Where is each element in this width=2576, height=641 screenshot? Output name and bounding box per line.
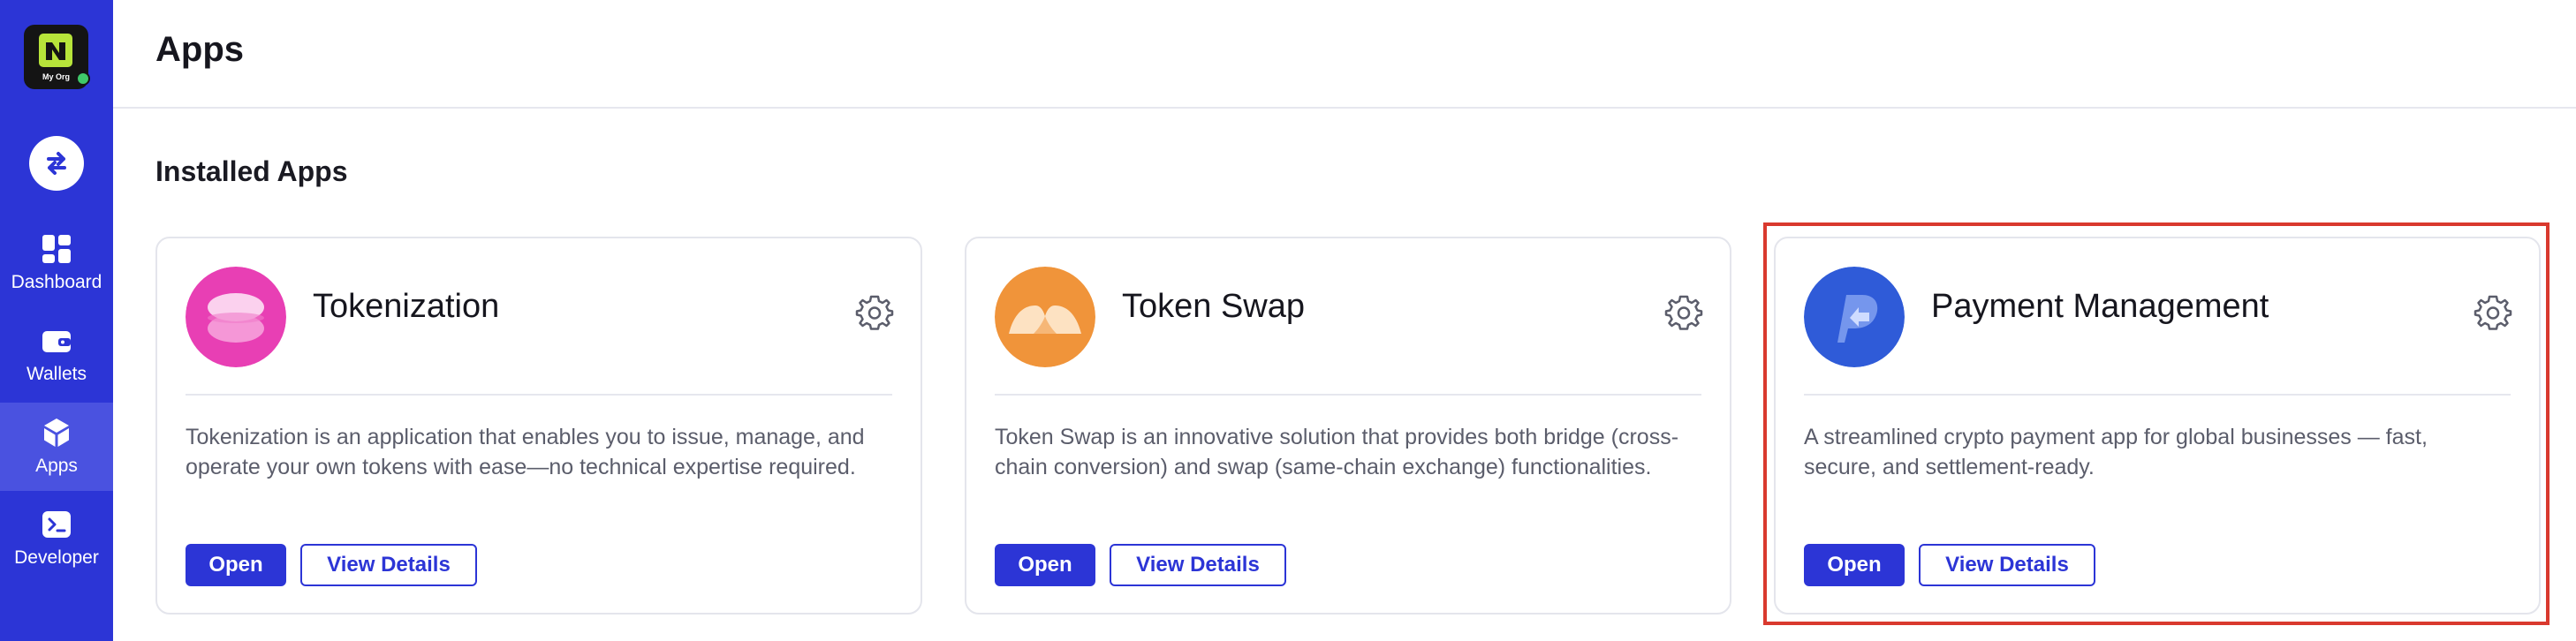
card-divider — [995, 394, 1701, 396]
section-title: Installed Apps — [155, 155, 348, 187]
sidebar: My Org Dashboard Wallets Apps Developer — [0, 0, 113, 641]
org-status-dot — [76, 72, 90, 86]
sidebar-item-label: Apps — [35, 456, 78, 476]
app-description: Tokenization is an application that enab… — [186, 425, 865, 479]
cube-icon — [40, 416, 73, 449]
open-button[interactable]: Open — [186, 544, 286, 586]
switch-org-button[interactable] — [29, 136, 84, 191]
page-header: Apps — [113, 0, 2576, 109]
payment-management-icon — [1804, 267, 1905, 367]
app-settings-button[interactable] — [2474, 293, 2512, 332]
open-button[interactable]: Open — [995, 544, 1095, 586]
gear-icon — [1664, 295, 1703, 330]
app-card-payment-management: Payment Management A streamlined crypto … — [1774, 237, 2541, 615]
open-button[interactable]: Open — [1804, 544, 1905, 586]
sidebar-item-wallets[interactable]: Wallets — [0, 311, 113, 399]
view-details-button[interactable]: View Details — [1110, 544, 1286, 586]
wallet-icon — [40, 324, 73, 358]
app-settings-button[interactable] — [855, 293, 894, 332]
card-divider — [186, 394, 892, 396]
app-description: Token Swap is an innovative solution tha… — [995, 425, 1679, 479]
org-logo[interactable]: My Org — [24, 25, 90, 89]
sidebar-item-developer[interactable]: Developer — [0, 494, 113, 583]
app-description: A streamlined crypto payment app for glo… — [1804, 425, 2428, 479]
terminal-icon — [40, 508, 73, 541]
view-details-button[interactable]: View Details — [300, 544, 477, 586]
swap-arrows-icon — [47, 152, 66, 175]
sidebar-item-label: Developer — [14, 547, 99, 568]
sidebar-item-label: Wallets — [26, 364, 87, 384]
dashboard-icon — [40, 232, 73, 266]
card-divider — [1804, 394, 2511, 396]
app-name: Token Swap — [1122, 288, 1306, 325]
sidebar-item-dashboard[interactable]: Dashboard — [0, 219, 113, 307]
sidebar-item-apps[interactable]: Apps — [0, 403, 113, 491]
app-name: Tokenization — [313, 288, 500, 325]
app-card-tokenization: Tokenization Tokenization is an applicat… — [155, 237, 922, 615]
tokenization-icon — [186, 267, 286, 367]
gear-icon — [855, 295, 894, 330]
page-title: Apps — [155, 30, 244, 69]
sidebar-item-label: Dashboard — [11, 272, 102, 292]
gear-icon — [2474, 295, 2512, 330]
app-settings-button[interactable] — [1664, 293, 1703, 332]
view-details-button[interactable]: View Details — [1919, 544, 2095, 586]
app-card-token-swap: Token Swap Token Swap is an innovative s… — [965, 237, 1731, 615]
token-swap-icon — [995, 267, 1095, 367]
org-mark-icon — [39, 34, 72, 67]
app-name: Payment Management — [1931, 288, 2269, 325]
